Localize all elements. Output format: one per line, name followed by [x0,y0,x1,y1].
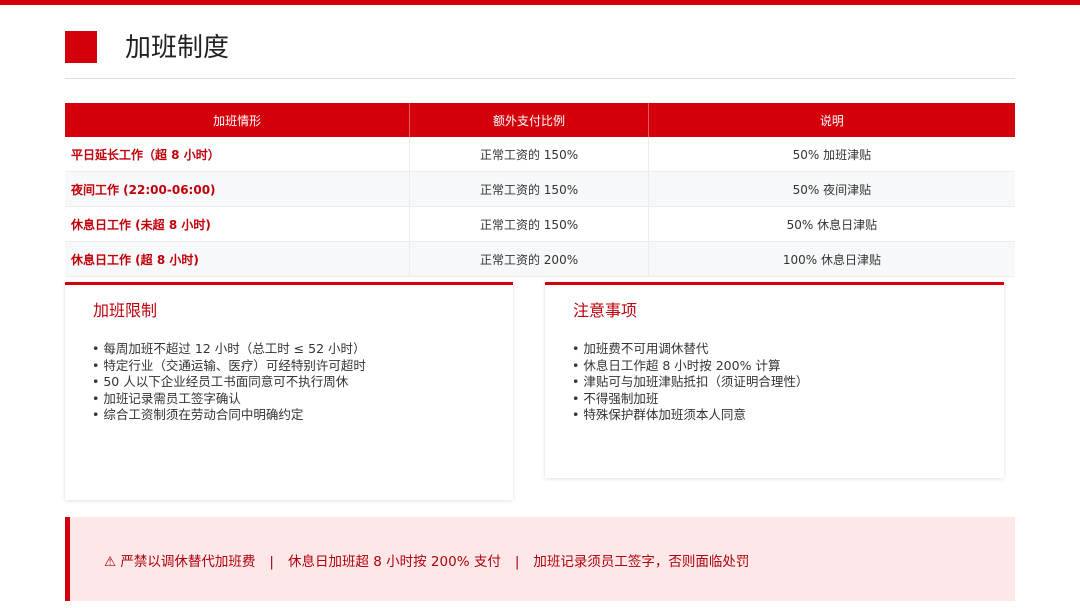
list-item: 休息日工作超 8 小时按 200% 计算 [572,358,808,375]
notes-list: 加班费不可用调休替代 休息日工作超 8 小时按 200% 计算 津贴可与加班津贴… [572,341,808,424]
table-header-row: 加班情形 额外支付比例 说明 [65,103,1015,137]
cell-description: 50% 加班津贴 [648,137,1015,172]
list-item: 加班记录需员工签字确认 [92,391,366,408]
banner-part-2: 休息日加班超 8 小时按 200% 支付 [287,554,501,570]
list-item: 特定行业（交通运输、医疗）可经特别许可超时 [92,358,366,375]
list-item: 加班费不可用调休替代 [572,341,808,358]
banner-part-1: ⚠ 严禁以调休替代加班费 [104,554,256,570]
list-item: 津贴可与加班津贴抵扣（须证明合理性） [572,374,808,391]
title-marker [65,31,97,63]
table-row: 休息日工作 (未超 8 小时) 正常工资的 150% 50% 休息日津贴 [65,206,1015,242]
cell-situation: 平日延长工作（超 8 小时） [65,137,411,172]
cell-description: 100% 休息日津贴 [648,241,1015,277]
list-item: 每周加班不超过 12 小时（总工时 ≤ 52 小时） [92,341,366,358]
page-title: 加班制度 [125,33,230,63]
warning-banner-text: ⚠ 严禁以调休替代加班费 | 休息日加班超 8 小时按 200% 支付 | 加班记录须员… [104,550,749,570]
notes-card-title: 注意事项 [573,301,638,320]
cell-description: 50% 夜间津贴 [648,171,1015,207]
table-row: 夜间工作 (22:00-06:00) 正常工资的 150% 50% 夜间津贴 [65,171,1015,207]
cell-rate: 正常工资的 150% [409,171,649,207]
list-item: 特殊保护群体加班须本人同意 [572,407,808,424]
banner-separator: | [269,554,274,570]
cell-rate: 正常工资的 200% [409,241,649,277]
list-item: 不得强制加班 [572,391,808,408]
cell-situation: 休息日工作 (超 8 小时) [65,241,411,277]
cell-situation: 休息日工作 (未超 8 小时) [65,206,411,242]
column-header-situation: 加班情形 [65,103,411,137]
table-row: 平日延长工作（超 8 小时） 正常工资的 150% 50% 加班津贴 [65,137,1015,172]
notes-card: 注意事项 加班费不可用调休替代 休息日工作超 8 小时按 200% 计算 津贴可… [545,282,1004,478]
limits-card-title: 加班限制 [93,301,158,320]
title-divider [65,78,1015,79]
list-item: 50 人以下企业经员工书面同意可不执行周休 [92,374,366,391]
table-row: 休息日工作 (超 8 小时) 正常工资的 200% 100% 休息日津贴 [65,241,1015,277]
cell-description: 50% 休息日津贴 [648,206,1015,242]
cell-rate: 正常工资的 150% [409,206,649,242]
limits-card: 加班限制 每周加班不超过 12 小时（总工时 ≤ 52 小时） 特定行业（交通运… [65,282,513,500]
list-item: 综合工资制须在劳动合同中明确约定 [92,407,366,424]
top-accent-bar [0,0,1080,5]
cell-situation: 夜间工作 (22:00-06:00) [65,171,411,207]
overtime-table: 加班情形 额外支付比例 说明 平日延长工作（超 8 小时） 正常工资的 150%… [65,103,1015,277]
banner-part-3: 加班记录须员工签字，否则面临处罚 [533,554,750,570]
warning-banner: ⚠ 严禁以调休替代加班费 | 休息日加班超 8 小时按 200% 支付 | 加班记录须员… [65,517,1015,601]
column-header-rate: 额外支付比例 [409,103,649,137]
column-header-description: 说明 [648,103,1015,137]
cell-rate: 正常工资的 150% [409,137,649,172]
banner-separator: | [514,554,520,570]
limits-list: 每周加班不超过 12 小时（总工时 ≤ 52 小时） 特定行业（交通运输、医疗）… [92,341,366,424]
